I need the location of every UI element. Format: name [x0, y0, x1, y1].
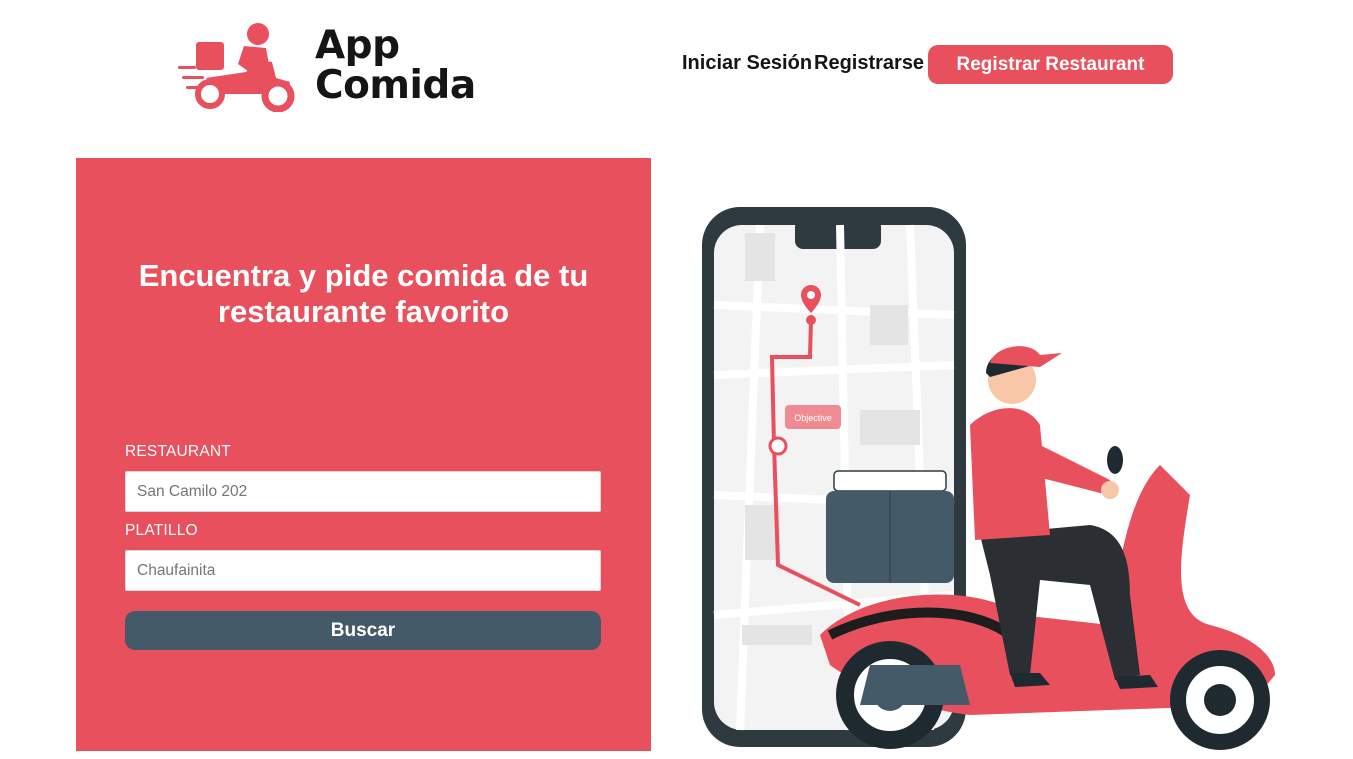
delivery-box-illustration [826, 470, 954, 583]
delivery-illustration: Objective [702, 207, 1275, 750]
delivery-scooter-icon [178, 23, 295, 112]
hero-title: Encuentra y pide comida de tu restaurant… [76, 258, 651, 330]
hero-title-line-1: Encuentra y pide comida de tu [138, 258, 589, 293]
logo-line-2: Comida [315, 63, 476, 108]
search-button[interactable]: Buscar [125, 611, 601, 650]
register-restaurant-button[interactable]: Registrar Restaurant [928, 45, 1173, 84]
logo[interactable]: App Comida [176, 20, 486, 112]
hero-panel: Encuentra y pide comida de tu restaurant… [76, 158, 651, 751]
logo-line-1: App [315, 23, 400, 68]
map-tooltip: Objective [794, 413, 832, 423]
restaurant-label: RESTAURANT [125, 443, 231, 460]
login-link[interactable]: Iniciar Sesión [682, 52, 812, 75]
logo-text: App Comida [315, 26, 476, 106]
register-link[interactable]: Registrarse [814, 52, 924, 75]
restaurant-input[interactable] [125, 471, 601, 512]
hero-title-line-2: restaurante favorito [217, 294, 510, 329]
dish-label: PLATILLO [125, 522, 198, 539]
dish-input[interactable] [125, 550, 601, 591]
